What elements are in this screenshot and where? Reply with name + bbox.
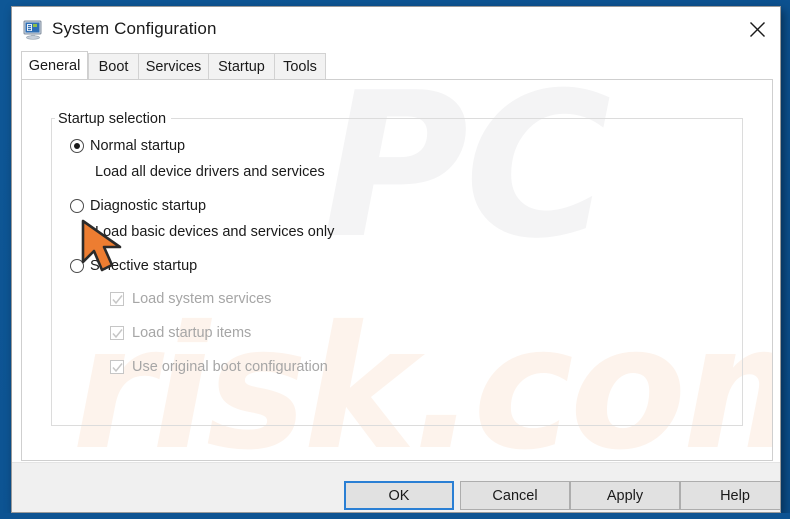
radio-normal-startup[interactable]: Normal startup [70,138,185,154]
checkmark-icon [112,295,123,305]
button-label: OK [388,487,410,504]
cancel-button[interactable]: Cancel [460,481,570,510]
normal-startup-description: Load all device drivers and services [95,164,325,180]
checkbox-label: Use original boot configuration [132,359,328,375]
radio-label: Diagnostic startup [90,198,207,214]
button-label: Cancel [492,487,538,504]
close-icon [749,21,765,37]
help-button[interactable]: Help [680,481,780,510]
tab-label: Services [145,58,202,75]
checkbox-load-startup-items: Load startup items [110,325,251,341]
checkbox-label: Load startup items [132,325,252,341]
radio-selective-startup[interactable]: Selective startup [70,258,197,274]
checkbox-indicator [110,326,124,340]
radio-label: Normal startup [90,138,186,154]
radio-label: Selective startup [90,258,198,274]
tab-label: Startup [218,58,265,75]
radio-indicator [70,259,84,273]
checkbox-load-system-services: Load system services [110,291,271,307]
tab-general[interactable]: General [21,51,88,79]
checkbox-use-original-boot-configuration: Use original boot configuration [110,359,328,375]
tab-label: Tools [283,58,317,75]
radio-indicator [70,199,84,213]
checkmark-icon [112,329,123,339]
checkbox-indicator [110,292,124,306]
checkbox-label: Load system services [132,291,272,307]
checkbox-indicator [110,360,124,374]
tab-boot[interactable]: Boot [88,53,139,79]
tab-label: General [28,57,81,74]
system-configuration-window: System Configuration General Boot Servic… [11,6,781,513]
button-label: Help [720,487,750,504]
radio-diagnostic-startup[interactable]: Diagnostic startup [70,198,206,214]
tab-startup[interactable]: Startup [208,53,275,79]
system-configuration-icon [23,20,44,40]
desktop-bottom-strip [0,513,790,519]
ok-button[interactable]: OK [344,481,454,510]
tab-tools[interactable]: Tools [274,53,326,79]
dialog-button-bar: OK Cancel Apply Help [12,462,780,512]
tab-strip: General Boot Services Startup Tools [12,51,780,79]
radio-indicator [70,139,84,153]
button-label: Apply [606,487,644,504]
diagnostic-startup-description: Load basic devices and services only [95,224,335,240]
title-bar: System Configuration [12,7,780,53]
window-title: System Configuration [52,19,217,38]
tab-label: Boot [98,58,129,75]
checkmark-icon [112,363,123,373]
general-tab-panel: PC risk.com Startup selection Normal sta… [21,79,773,461]
tab-services[interactable]: Services [138,53,209,79]
startup-selection-label: Startup selection [55,111,172,127]
apply-button[interactable]: Apply [570,481,680,510]
close-window-button[interactable] [734,7,780,51]
